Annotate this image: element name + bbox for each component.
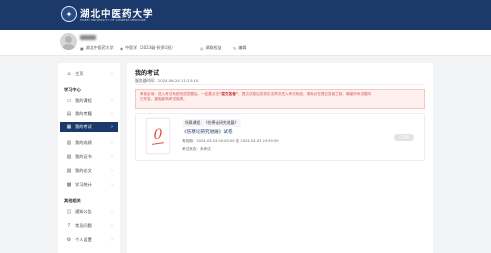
chevron-right-icon: › bbox=[111, 71, 113, 77]
record-icon: ▤ bbox=[66, 111, 72, 117]
rights-icon: ◎ bbox=[200, 45, 204, 51]
school-info: ▣ 湖北中医药大学 bbox=[80, 45, 114, 51]
sidebar-item-faq[interactable]: ? 常见问题 › bbox=[60, 221, 118, 231]
expired-button[interactable]: 已过期 bbox=[394, 134, 414, 141]
top-header: ✦ 湖北中医药大学 HUBEI UNIVERSITY OF CHINESE ME… bbox=[0, 0, 491, 30]
chevron-right-icon: › bbox=[111, 124, 113, 130]
redacted-name bbox=[80, 35, 96, 40]
sidebar-item-thesis[interactable]: ▨ 我的论文 › bbox=[60, 166, 118, 176]
class-icon: ◈ bbox=[120, 45, 124, 51]
exam-notice: 考前必读：进入考试系统完成答题后，一定要点击“提交答卷”，提交试卷后您将无法再次… bbox=[135, 89, 425, 109]
avatar[interactable] bbox=[60, 33, 77, 50]
user-settings-icon: ⚙ bbox=[66, 237, 72, 243]
sidebar-item-courses[interactable]: ▭ 我的课程 › bbox=[60, 96, 118, 106]
major-info: ◈ 中医学（2023级-秋季1班） bbox=[120, 45, 176, 51]
main-panel: 我的考试 服务器时间：2024-06-24 11:23:10 考前必读：进入考试… bbox=[127, 63, 433, 253]
home-icon: ⌂ bbox=[67, 71, 71, 77]
chevron-right-icon: › bbox=[111, 154, 113, 160]
chevron-right-icon: › bbox=[111, 140, 113, 146]
profile-bar: ▣ 湖北中医药大学 ◈ 中医学（2023级-秋季1班） ◎ 调取权益 ✎ 编辑 bbox=[0, 30, 491, 56]
score-underline bbox=[151, 142, 165, 145]
chevron-right-icon: › bbox=[111, 168, 113, 174]
chevron-right-icon: › bbox=[111, 209, 113, 215]
rights-link[interactable]: ◎ 调取权益 bbox=[200, 45, 222, 51]
sidebar-item-home[interactable]: ⌂ 主页 › bbox=[60, 69, 118, 79]
user-name bbox=[80, 35, 96, 41]
course-tag: 所属课程：《伤寒论研究进展》 bbox=[182, 119, 242, 127]
thesis-icon: ▨ bbox=[66, 168, 72, 174]
chevron-right-icon: › bbox=[111, 223, 113, 229]
edit-icon: ✎ bbox=[233, 45, 237, 51]
exam-name: 《伤寒论研究进展》试卷 bbox=[182, 130, 233, 135]
chevron-right-icon: › bbox=[111, 98, 113, 104]
grade-icon: ▥ bbox=[66, 140, 72, 146]
university-name-en: HUBEI UNIVERSITY OF CHINESE MEDICINE bbox=[80, 18, 146, 22]
sidebar-item-notices[interactable]: ◫ 通知公告 › bbox=[60, 207, 118, 217]
question-icon: ? bbox=[67, 223, 71, 229]
edit-link[interactable]: ✎ 编辑 bbox=[233, 45, 246, 51]
sidebar: ⌂ 主页 › 学习中心 ▭ 我的课程 › ▤ 我的考籍 › ▦ 我的考试 › ▥ 我的成绩 › ▧ 我… bbox=[58, 63, 120, 253]
sidebar-item-grades[interactable]: ▥ 我的成绩 › bbox=[60, 138, 118, 148]
sidebar-item-records[interactable]: ▤ 我的考籍 › bbox=[60, 109, 118, 119]
sidebar-item-stats[interactable]: ▩ 学习统计 › bbox=[60, 180, 118, 190]
section-learning-center: 学习中心 bbox=[64, 87, 81, 92]
sidebar-item-certificates[interactable]: ▧ 我的证书 › bbox=[60, 152, 118, 162]
divider bbox=[135, 84, 425, 85]
exam-card: 0 所属课程：《伤寒论研究进展》 《伤寒论研究进展》试卷 有效期：2024-03… bbox=[135, 113, 425, 161]
exam-period: 有效期：2024-03-03 00:00:00 至 2024-03-03 23:… bbox=[182, 139, 279, 143]
exam-status: 考试状态：未考试 bbox=[182, 147, 211, 151]
school-icon: ▣ bbox=[80, 45, 84, 51]
sidebar-item-settings[interactable]: ⚙ 个人设置 › bbox=[60, 235, 118, 245]
exam-score-thumbnail: 0 bbox=[146, 118, 170, 154]
course-icon: ▭ bbox=[66, 98, 72, 104]
notice-icon: ◫ bbox=[66, 209, 72, 215]
sidebar-item-exams[interactable]: ▦ 我的考试 › bbox=[60, 122, 118, 132]
score-mark: 0 bbox=[153, 127, 163, 143]
section-other: 其他相关 bbox=[64, 198, 81, 203]
exam-icon: ▦ bbox=[66, 124, 72, 130]
chevron-right-icon: › bbox=[111, 111, 113, 117]
chevron-right-icon: › bbox=[111, 237, 113, 243]
university-logo-icon[interactable]: ✦ bbox=[61, 6, 77, 22]
chevron-right-icon: › bbox=[111, 182, 113, 188]
page-title: 我的考试 bbox=[135, 70, 160, 77]
certificate-icon: ▧ bbox=[66, 154, 72, 160]
stats-icon: ▩ bbox=[66, 182, 72, 188]
